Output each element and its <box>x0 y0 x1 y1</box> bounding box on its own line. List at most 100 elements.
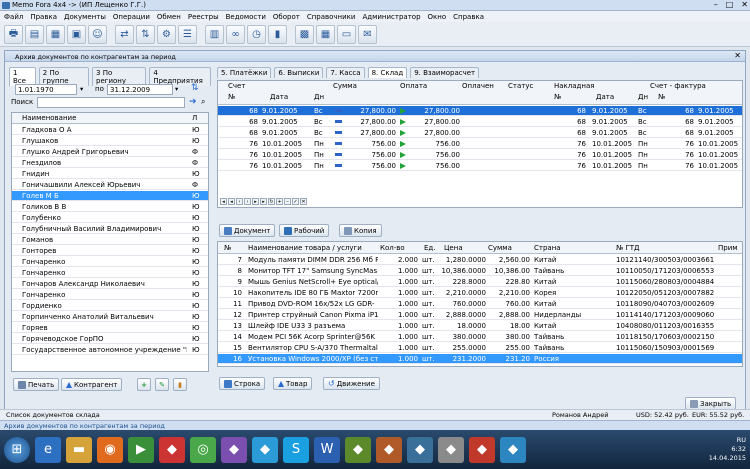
tab-statements[interactable]: 6. Выписки <box>274 67 324 78</box>
header-n[interactable]: № <box>228 93 235 101</box>
printer-icon[interactable]: 🖶 <box>4 24 23 44</box>
delete-icon[interactable]: ▮ <box>173 378 187 391</box>
table-icon[interactable]: ▦ <box>316 24 335 44</box>
header-opl[interactable]: Оплата <box>400 82 427 90</box>
tab-payments[interactable]: 5. Платёжки <box>217 67 272 78</box>
documents-grid[interactable]: Счет Накладная Счет - фактура № Дата Дн … <box>217 80 743 208</box>
contragent-list[interactable]: Наименование Л Гладкова О А Ю Глушаков Ю Г… <box>11 112 209 372</box>
header-n2[interactable]: № <box>554 93 561 101</box>
menu-turnover[interactable]: Оборот <box>273 13 300 21</box>
table-row[interactable]: 12 Принтер струйный Canon Pixma iP1 1.000 ш… <box>218 310 742 320</box>
table-row[interactable]: 10 Накопитель IDE 80 ГБ Maxtor 7200rp 1.00… <box>218 288 742 298</box>
table-row[interactable]: 11 Привод DVD-ROM 16x/52x LG GDR- 1.000 шт.… <box>218 299 742 309</box>
header-item-prim[interactable]: Прим <box>718 244 738 252</box>
contragent-button[interactable]: Контрагент <box>61 378 123 391</box>
header-item-sum[interactable]: Сумма <box>488 244 512 252</box>
movement-button[interactable]: ↺ Движение <box>323 377 380 390</box>
table-row[interactable]: 15 Вентилятор CPU S-A/370 Thermaltal 1.000… <box>218 343 742 353</box>
table-row[interactable]: 68 9.01.2005 Вс 27,800.00 27,800.00 68 9… <box>218 128 742 138</box>
list-item[interactable]: Глушаков Ю <box>12 136 208 146</box>
table-row[interactable]: 14 Модем PCI 56K Acorp Sprinter@56K 1.000 ш… <box>218 332 742 342</box>
next-icon[interactable]: › <box>244 198 251 205</box>
list-item[interactable]: Государственное автономное учреждение "Б… <box>12 345 208 355</box>
app-icon[interactable]: ◆ <box>407 436 433 463</box>
last-page-icon[interactable]: ▸ <box>260 198 267 205</box>
list-item[interactable]: Голубничный Василий Владимирович Ю <box>12 224 208 234</box>
header-dn2[interactable]: Дн <box>638 93 648 101</box>
skype-icon[interactable]: S <box>283 436 309 463</box>
user-icon[interactable]: ☺ <box>88 24 107 44</box>
work-button[interactable]: Рабочий <box>279 224 330 237</box>
menu-file[interactable]: Файл <box>4 13 23 21</box>
list-item[interactable]: Горяев Ю <box>12 323 208 333</box>
list-item[interactable]: Голубенко Ю <box>12 213 208 223</box>
clock-icon[interactable]: ◷ <box>247 24 266 44</box>
list-item[interactable]: Гоманов Ю <box>12 235 208 245</box>
header-oplachen[interactable]: Оплачен <box>462 82 494 90</box>
arrow-right-icon[interactable]: ➔ <box>189 97 197 107</box>
menu-operations[interactable]: Операции <box>113 13 150 21</box>
list-item[interactable]: Гнидин Ю <box>12 169 208 179</box>
calendar-icon[interactable]: ▾ <box>175 85 178 93</box>
mail-icon[interactable]: ✉ <box>358 24 377 44</box>
app-icon[interactable]: ◆ <box>221 436 247 463</box>
table-row[interactable]: 7 Модуль памяти DIMM DDR 256 Mб P 2.000 шт.… <box>218 255 742 265</box>
table-row[interactable]: 76 10.01.2005 Пн 756.00 756.00 76 10.01.… <box>218 139 742 149</box>
chat-icon[interactable]: ▭ <box>337 24 356 44</box>
table-row[interactable]: 76 10.01.2005 Пн 756.00 756.00 76 10.01.… <box>218 161 742 171</box>
app-icon[interactable]: ◆ <box>159 436 185 463</box>
print-button[interactable]: Печать <box>13 378 60 391</box>
list-icon[interactable]: ☰ <box>178 24 197 44</box>
items-grid[interactable]: № Наименование товара / услуги Кол-во Ед… <box>217 241 743 367</box>
prev-icon[interactable]: ‹ <box>236 198 243 205</box>
header-item-name[interactable]: Наименование товара / услуги <box>248 244 362 252</box>
page-icon[interactable]: ▤ <box>25 24 44 44</box>
search-input[interactable] <box>37 97 185 108</box>
refresh-icon[interactable]: ↻ <box>268 198 275 205</box>
menu-registers[interactable]: Реестры <box>188 13 219 21</box>
header-item-n[interactable]: № <box>224 244 231 252</box>
start-icon[interactable]: ⊞ <box>4 436 30 463</box>
app-icon[interactable]: ◆ <box>376 436 402 463</box>
header-date[interactable]: Дата <box>270 93 288 101</box>
calendar-icon[interactable]: ▾ <box>80 85 83 93</box>
row-button[interactable]: Строка <box>219 377 266 390</box>
first-page-icon[interactable]: ◂ <box>220 198 227 205</box>
app-icon[interactable]: ◆ <box>345 436 371 463</box>
sort-icon[interactable]: ⇅ <box>191 83 199 93</box>
add-icon[interactable]: + <box>137 378 151 391</box>
menu-edit[interactable]: Правка <box>30 13 57 21</box>
table-row[interactable]: 68 9.01.2005 Вс 27,800.00 27,800.00 68 9… <box>218 117 742 127</box>
header-date2[interactable]: Дата <box>596 93 614 101</box>
table-row[interactable]: 8 Монитор TFT 17" Samsung SyncMas 1.000 шт.… <box>218 266 742 276</box>
column-name-header[interactable]: Наименование <box>22 114 76 122</box>
tab-cash[interactable]: 7. Касса <box>326 67 365 78</box>
header-item-gtd[interactable]: № ГТД <box>616 244 640 252</box>
date-from-field[interactable] <box>15 84 77 95</box>
list-item[interactable]: Горячеводское ГорПО Ю <box>12 334 208 344</box>
goods-button[interactable]: Товар <box>273 377 313 390</box>
chip-icon[interactable]: ▩ <box>295 24 314 44</box>
binoculars-icon[interactable]: ∞ <box>226 24 245 44</box>
barcode-icon[interactable]: ▮ <box>268 24 287 44</box>
list-item[interactable]: Гончаренко Ю <box>12 257 208 267</box>
list-item[interactable]: Гордиенко Ю <box>12 301 208 311</box>
app-icon[interactable]: ◆ <box>500 436 526 463</box>
list-item[interactable]: Гончаренко Ю <box>12 290 208 300</box>
date-to-field[interactable] <box>107 84 173 95</box>
search-icon[interactable]: ⌕ <box>201 97 205 107</box>
menu-directories[interactable]: Справочники <box>307 13 356 21</box>
tray-date[interactable]: 14.04.2015 <box>709 454 746 463</box>
tab-settlements[interactable]: 9. Взаиморасчет <box>410 67 480 78</box>
cancel-icon[interactable]: ✕ <box>300 198 307 205</box>
list-item[interactable]: Гнездилов Ф <box>12 158 208 168</box>
header-status[interactable]: Статус <box>508 82 533 90</box>
chrome-icon[interactable]: ◎ <box>190 436 216 463</box>
header-n3[interactable]: № <box>658 93 665 101</box>
grid-icon[interactable]: ▥ <box>205 24 224 44</box>
header-item-qty[interactable]: Кол-во <box>380 244 405 252</box>
tray-time[interactable]: 6:32 <box>709 445 746 454</box>
list-item[interactable]: Гонторев Ю <box>12 246 208 256</box>
app-icon[interactable]: ◆ <box>252 436 278 463</box>
menu-statements[interactable]: Ведомости <box>226 13 266 21</box>
